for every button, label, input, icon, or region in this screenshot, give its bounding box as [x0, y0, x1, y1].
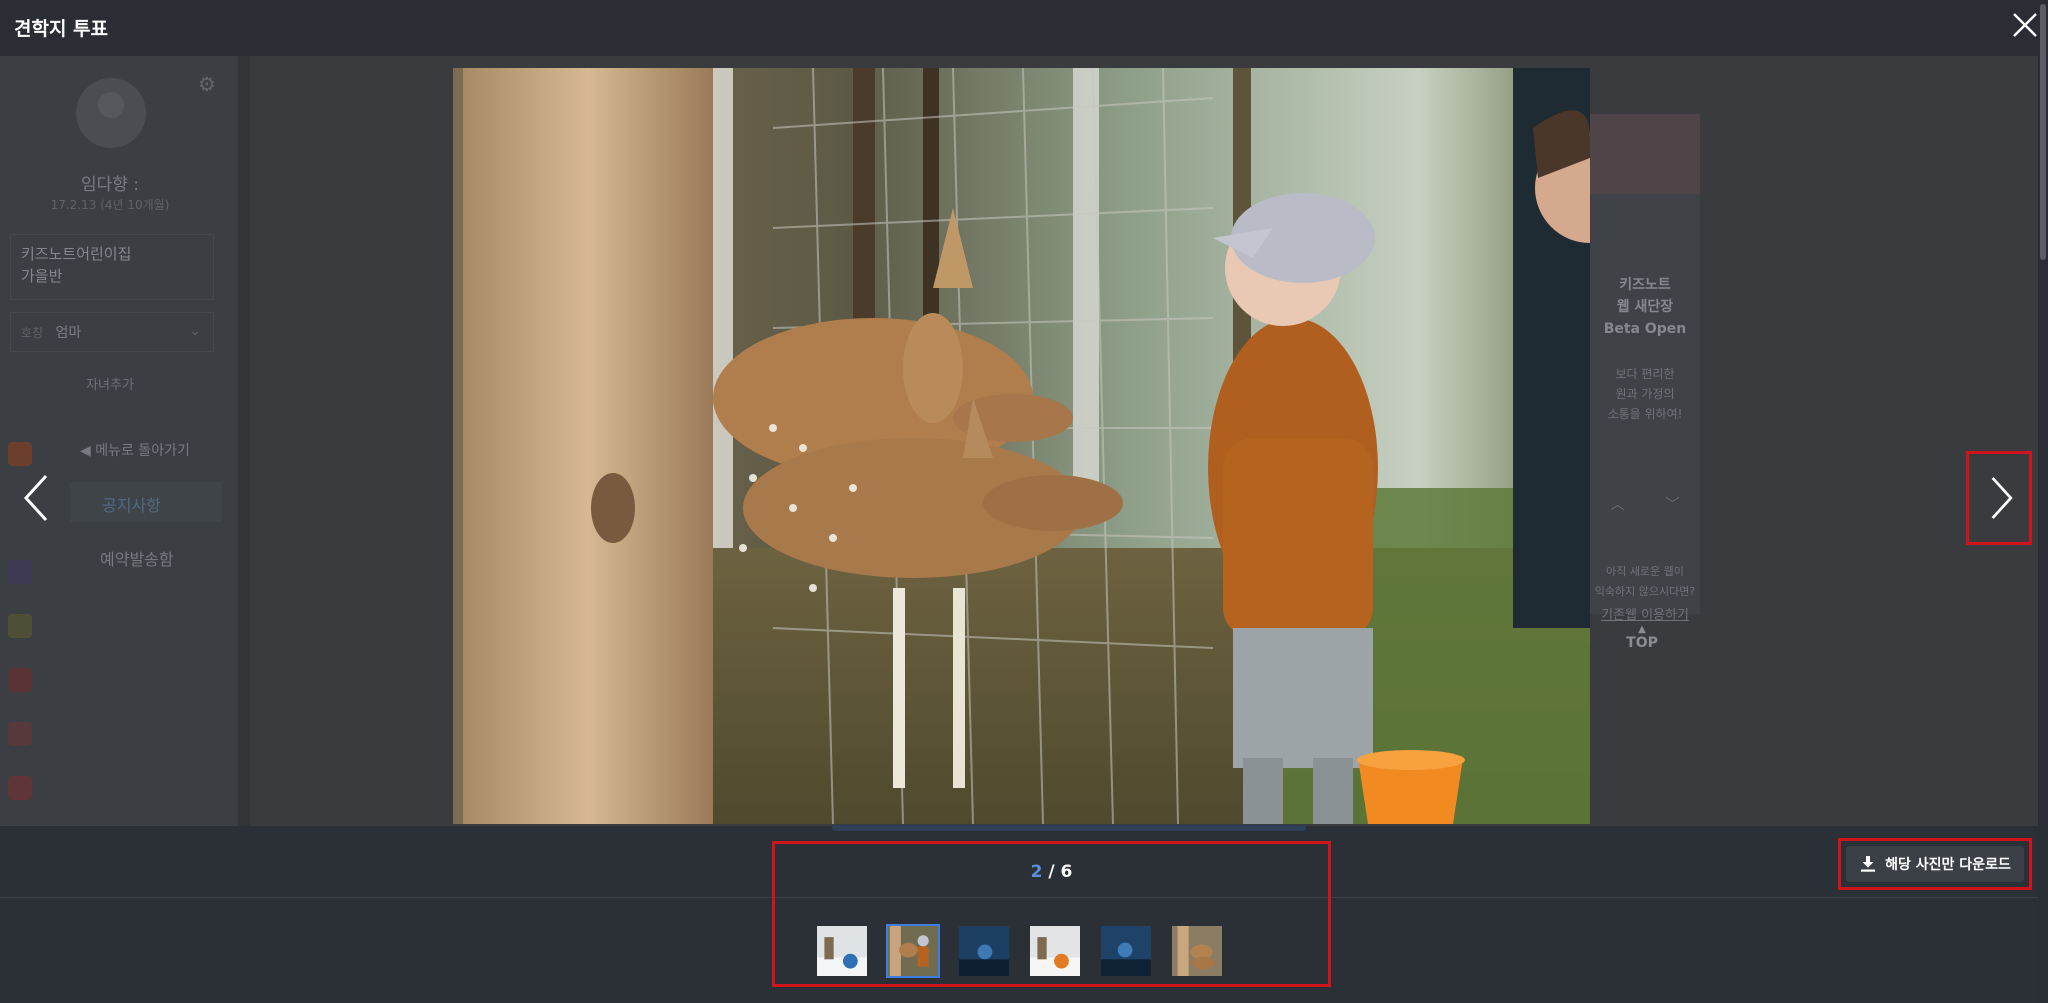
scroll-top-button: ▲ TOP: [1622, 624, 1662, 651]
thumbnail-5[interactable]: [1099, 924, 1153, 978]
menu-item-reservation: 예약발송함: [100, 550, 174, 569]
chevron-down-icon: ⌄: [189, 323, 201, 339]
thumbnail-6[interactable]: [1170, 924, 1224, 978]
ad-title-line: 웹 새단장: [1616, 299, 1674, 315]
photo-counter-total: 6: [1060, 862, 1073, 882]
thumbnail-deer-pair: [1172, 926, 1222, 976]
previous-photo-button[interactable]: [14, 458, 58, 538]
download-icon: [1861, 856, 1876, 872]
thumbnail-2[interactable]: [886, 924, 940, 978]
sidebar-edge: [238, 56, 250, 826]
ad-title: 키즈노트 웹 새단장 Beta Open: [1590, 274, 1700, 340]
relation-value: 엄마: [55, 325, 82, 341]
photo-counter-current: 2: [1030, 862, 1043, 882]
menu-item-notice: 공지사항: [70, 482, 222, 522]
thumbnail-strip: [815, 924, 1224, 980]
download-photo-label: 해당 사진만 다운로드: [1885, 857, 2011, 873]
ad-title-line: Beta Open: [1603, 321, 1687, 337]
thumbnail-blue-night: [1101, 926, 1151, 976]
relation-label: 호칭: [21, 326, 44, 340]
chevron-left-icon: [23, 474, 48, 522]
class-school: 키즈노트어린이집: [21, 245, 132, 263]
back-to-menu-label: 메뉴로 돌아가기: [95, 443, 190, 459]
download-photo-inner: 해당 사진만 다운로드: [1846, 846, 2024, 882]
thumbnail-gallery: 2 / 6: [772, 841, 1331, 987]
ad-note-line: 아직 새로운 웹이: [1606, 565, 1684, 578]
thumbnail-blue-night: [959, 926, 1009, 976]
photo-scroll-indicator: [832, 825, 1306, 831]
ad-image: [1590, 114, 1700, 194]
thumbnail-snow-scene: [1030, 926, 1080, 976]
profile-name: 임다향 :: [80, 175, 140, 195]
back-to-menu: ◀ 메뉴로 돌아가기: [80, 440, 190, 460]
photo-counter: 2 / 6: [775, 862, 1328, 882]
background-sidebar: ⚙ 임다향 : 17.2.13 (4년 10개월) 키즈노트어린이집 가을반 호…: [0, 56, 238, 826]
gear-icon: ⚙: [198, 72, 216, 96]
back-arrow-icon: ◀: [80, 443, 96, 459]
scroll-top-label: TOP: [1626, 635, 1658, 651]
chevron-up-icon: ︿: [1610, 497, 1625, 513]
ad-sub-line: 보다 편리한: [1615, 367, 1675, 381]
arrow-up-icon: ▲: [1638, 624, 1646, 635]
avatar: [76, 78, 146, 148]
checklist-icon: [8, 560, 32, 584]
class-box: 키즈노트어린이집 가을반: [10, 234, 214, 300]
viewer-title: 견학지 투표: [14, 18, 109, 40]
viewer-titlebar: 견학지 투표: [0, 0, 2048, 56]
page-scrollbar-thumb[interactable]: [2040, 4, 2046, 260]
next-photo-button[interactable]: [1966, 451, 2032, 545]
ad-sub-line: 소통을 위하여!: [1607, 407, 1683, 421]
download-photo-button[interactable]: 해당 사진만 다운로드: [1838, 838, 2032, 890]
thumbnail-3[interactable]: [957, 924, 1011, 978]
chevron-right-icon: [1991, 477, 2013, 519]
relation-select: 호칭 엄마 ⌄: [10, 312, 214, 352]
thumbnail-deer-feeding: [888, 926, 938, 976]
main-photo: [453, 68, 1590, 824]
ad-sub-line: 원과 가정의: [1615, 387, 1675, 401]
thumbnail-snow-scene: [817, 926, 867, 976]
class-name: 가을반: [21, 267, 63, 285]
photo-counter-separator: /: [1042, 862, 1061, 882]
background-ad-banner: 키즈노트 웹 새단장 Beta Open 보다 편리한 원과 가정의 소통을 위…: [1590, 114, 1700, 623]
ad-note: 아직 새로운 웹이 익숙하지 않으시다면?: [1590, 562, 1700, 602]
add-child-link: 자녀추가: [86, 378, 134, 393]
calendar-icon: [8, 668, 32, 692]
ad-pager: ︿ ﹀: [1590, 494, 1700, 514]
photo-viewer-root: { "viewer": { "title": "견학지 투표", "counte…: [0, 0, 2048, 1003]
meal-icon: [8, 722, 32, 746]
album-icon: [8, 614, 32, 638]
chevron-down-icon: ﹀: [1665, 497, 1680, 513]
profile-date: 17.2.13 (4년 10개월): [50, 198, 170, 212]
ad-title-line: 키즈노트: [1619, 277, 1671, 293]
legacy-web-link: 기존웹 이용하기: [1601, 608, 1689, 623]
ad-subtitle: 보다 편리한 원과 가정의 소통을 위하여!: [1590, 364, 1700, 424]
medication-icon: [8, 776, 32, 800]
ad-note-line: 익숙하지 않으시다면?: [1594, 585, 1696, 598]
thumbnail-1[interactable]: [815, 924, 869, 978]
thumbnail-4[interactable]: [1028, 924, 1082, 978]
